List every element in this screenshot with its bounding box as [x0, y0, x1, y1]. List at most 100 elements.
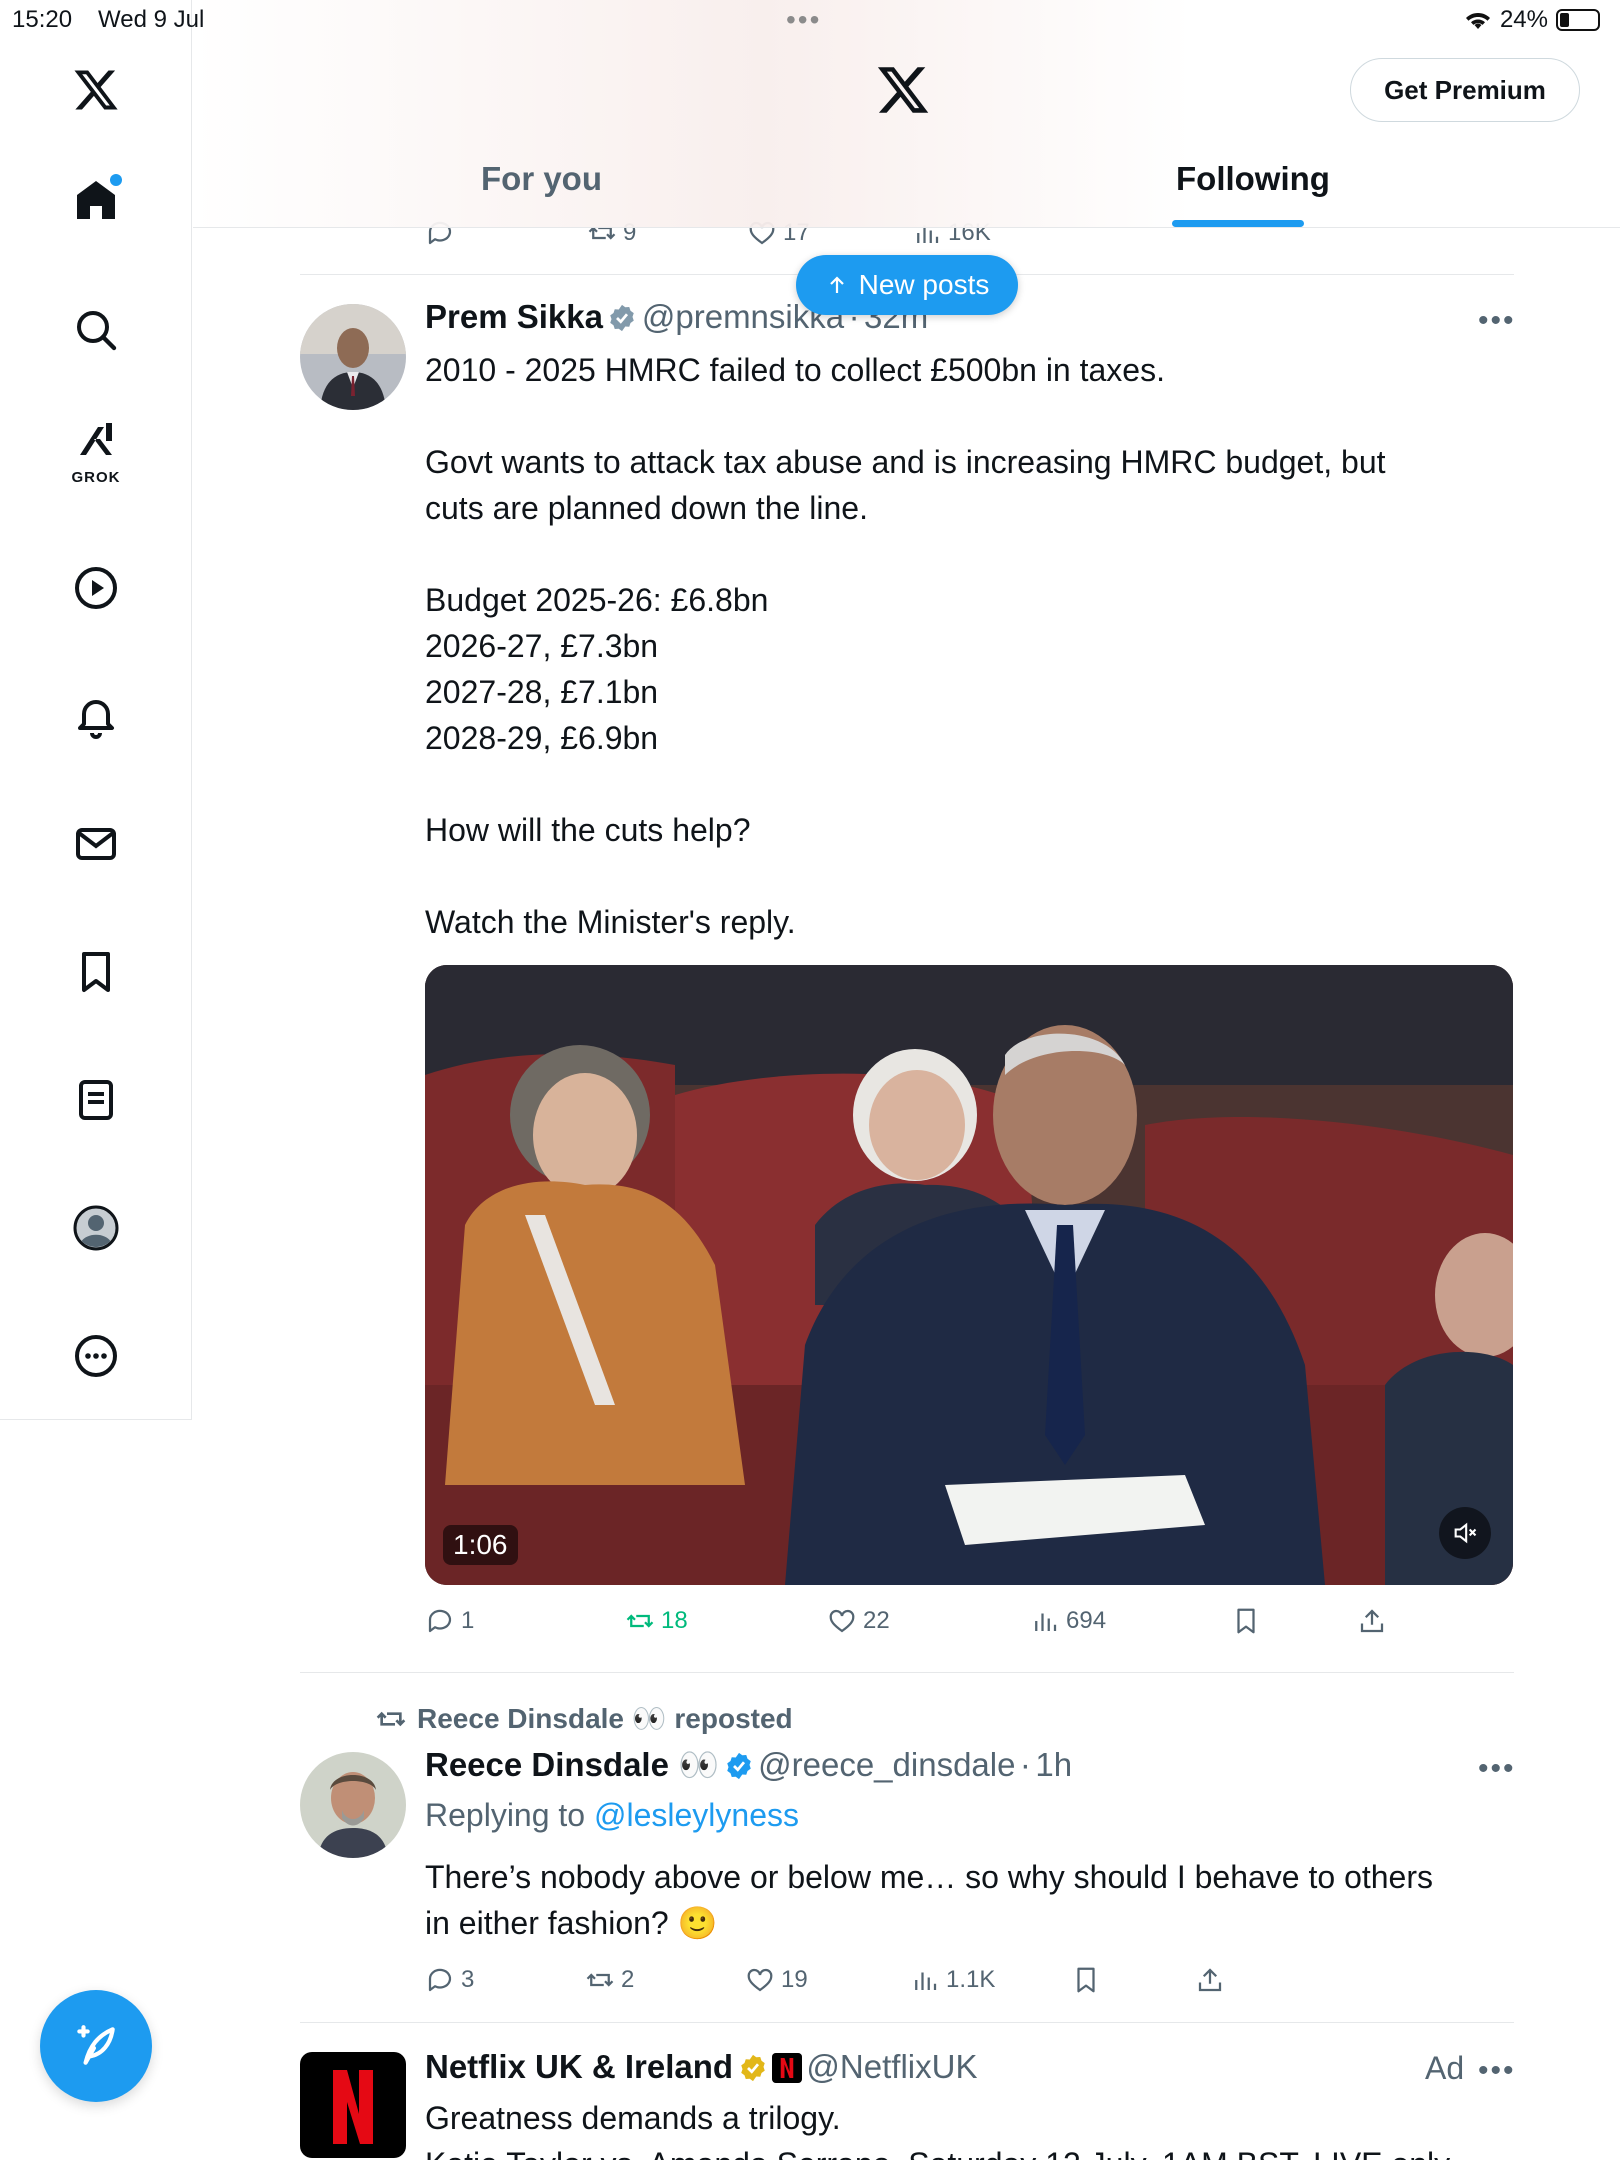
views-button[interactable]: 1.1K — [910, 1965, 995, 1995]
battery-percent: 24% — [1499, 6, 1548, 33]
video-duration: 1:06 — [443, 1525, 518, 1565]
repost-icon — [586, 1973, 614, 1987]
status-bar: 15:20 Wed 9 Jul ••• 24% — [0, 0, 1620, 40]
sidebar-item-search[interactable] — [56, 290, 136, 370]
post-text: 2010 - 2025 HMRC failed to collect £500b… — [425, 352, 1386, 940]
video-player[interactable]: 1:06 — [425, 965, 1513, 1585]
share-button[interactable] — [1195, 1965, 1225, 1995]
sidebar-item-more[interactable] — [56, 1316, 136, 1396]
unread-dot — [110, 174, 122, 186]
more-options-button[interactable]: ••• — [1478, 1752, 1516, 1786]
more-options-button[interactable]: ••• — [1478, 304, 1516, 338]
reply-button[interactable]: 1 — [425, 1606, 474, 1636]
post-actions: 1 18 22 694 — [425, 1606, 1513, 1640]
mute-toggle[interactable] — [1439, 1507, 1491, 1559]
avatar-icon — [73, 1205, 119, 1251]
author-handle[interactable]: @reece_dinsdale — [758, 1746, 1015, 1783]
reply-button[interactable]: 3 — [425, 1965, 474, 1995]
sidebar-item-notifications[interactable] — [56, 676, 136, 756]
repost-button[interactable]: 18 — [625, 1606, 688, 1636]
like-count: 19 — [781, 1966, 808, 1993]
views-icon — [1035, 1613, 1057, 1631]
sidebar-item-lists[interactable] — [56, 1060, 136, 1140]
x-logo-icon[interactable] — [875, 62, 931, 118]
post-time[interactable]: 1h — [1035, 1746, 1072, 1783]
avatar[interactable] — [300, 2052, 406, 2158]
verified-badge-icon — [726, 1752, 751, 1780]
x-logo-icon[interactable] — [56, 50, 136, 130]
share-button[interactable] — [1357, 1606, 1387, 1636]
repost-count: 2 — [621, 1966, 635, 1993]
author-name[interactable]: Netflix UK & Ireland — [425, 2048, 733, 2085]
get-premium-button[interactable]: Get Premium — [1350, 58, 1580, 122]
heart-icon — [829, 1609, 855, 1633]
grok-label: GROK — [71, 469, 121, 486]
dot-separator: · — [1019, 1746, 1031, 1783]
replying-to: Replying to @lesleylyness — [425, 1797, 799, 1834]
like-button[interactable]: 22 — [827, 1606, 890, 1636]
sidebar-item-profile[interactable] — [56, 1188, 136, 1268]
search-icon — [77, 311, 117, 351]
status-right: 24% — [1464, 6, 1600, 34]
wifi-icon — [1465, 13, 1490, 29]
repost-context[interactable]: Reece Dinsdale 👀 reposted — [375, 1702, 793, 1735]
post-divider — [300, 2022, 1514, 2023]
repost-icon — [626, 1614, 654, 1628]
multitasking-dots[interactable]: ••• — [786, 4, 821, 36]
list-icon — [79, 1080, 113, 1120]
verified-gold-badge-icon — [740, 2054, 765, 2082]
more-circle-icon — [75, 1335, 117, 1377]
more-options-button[interactable]: ••• — [1478, 2054, 1516, 2088]
author-name[interactable]: Reece Dinsdale 👀 — [425, 1746, 719, 1783]
video-frame — [425, 965, 1513, 1585]
post-actions: 3 2 19 1.1K — [425, 1965, 1513, 1999]
active-tab-indicator — [1172, 220, 1304, 227]
post-text: Greatness demands a trilogy. — [425, 2100, 841, 2136]
new-posts-button[interactable]: New posts — [796, 255, 1018, 315]
compose-post-button[interactable] — [40, 1990, 152, 2102]
bell-icon — [78, 700, 114, 739]
tab-for-you[interactable]: For you — [481, 160, 602, 198]
sidebar-item-bookmarks[interactable] — [56, 932, 136, 1012]
view-count: 1.1K — [946, 1966, 996, 1993]
post-header: Netflix UK & Ireland @NetflixUK — [425, 2048, 977, 2086]
sidebar-item-grok[interactable]: GROK — [56, 410, 136, 490]
author-handle[interactable]: @NetflixUK — [806, 2048, 977, 2085]
replying-to-prefix: Replying to — [425, 1797, 586, 1833]
reply-count: 3 — [461, 1966, 475, 1993]
author-name[interactable]: Prem Sikka — [425, 298, 603, 335]
bookmark-button[interactable] — [1231, 1606, 1261, 1636]
repost-icon — [376, 1711, 406, 1726]
feather-plus-icon — [77, 2025, 115, 2065]
like-button[interactable]: 19 — [745, 1965, 808, 1995]
views-button[interactable]: 694 — [1030, 1606, 1106, 1636]
sidebar-item-home[interactable] — [56, 160, 136, 240]
bookmark-icon — [1077, 1967, 1095, 1993]
repost-button[interactable]: 2 — [585, 1965, 634, 1995]
sidebar-item-messages[interactable] — [56, 804, 136, 884]
grok-icon — [80, 423, 112, 455]
sidebar-item-video[interactable] — [56, 548, 136, 628]
like-count: 22 — [863, 1607, 890, 1634]
reply-icon — [428, 1609, 452, 1633]
repost-label: Reece Dinsdale 👀 reposted — [417, 1703, 793, 1734]
netflix-badge-icon — [771, 2053, 802, 2083]
battery-icon — [1556, 9, 1600, 31]
view-count: 694 — [1066, 1607, 1107, 1634]
netflix-logo-icon — [333, 2070, 373, 2144]
new-posts-label: New posts — [858, 269, 990, 300]
status-time: 15:20 — [12, 6, 73, 33]
ad-label: Ad — [1425, 2050, 1465, 2086]
verified-badge-icon — [610, 304, 635, 332]
bookmark-icon — [82, 952, 110, 992]
share-icon — [1360, 1609, 1384, 1633]
play-circle-icon — [75, 567, 117, 609]
avatar[interactable] — [300, 304, 406, 410]
post-text: There’s nobody above or below me… so why… — [425, 1859, 1433, 1941]
avatar[interactable] — [300, 1752, 406, 1858]
reply-count: 1 — [461, 1607, 475, 1634]
replying-to-link[interactable]: @lesleylyness — [594, 1797, 799, 1833]
tab-following[interactable]: Following — [1176, 160, 1330, 198]
bookmark-button[interactable] — [1071, 1965, 1101, 1995]
repost-count: 18 — [661, 1607, 688, 1634]
